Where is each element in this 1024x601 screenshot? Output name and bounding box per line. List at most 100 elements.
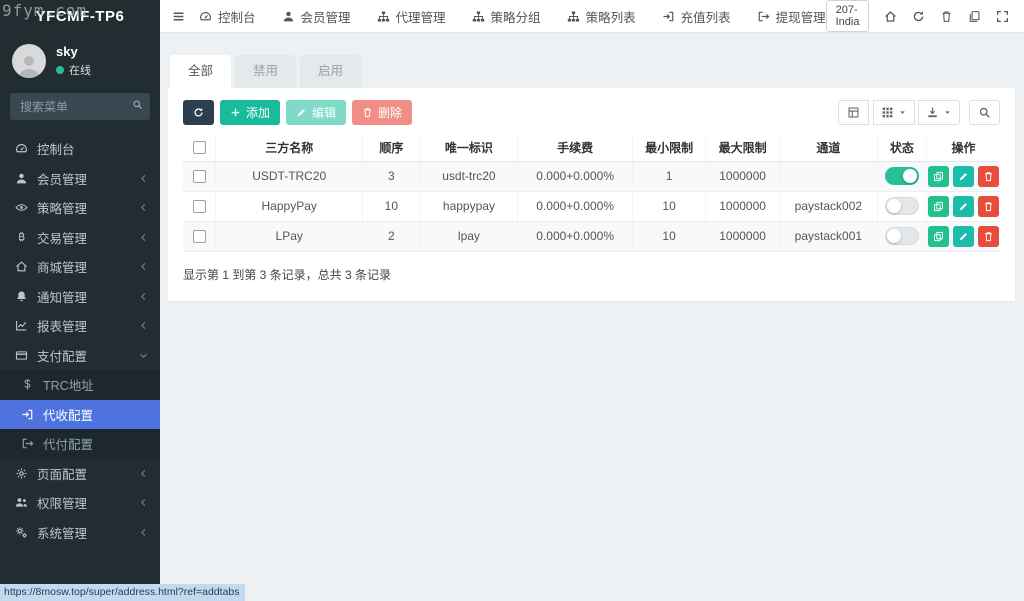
cogs-icon — [14, 526, 29, 539]
eye-icon — [14, 201, 29, 214]
duplicate-button[interactable] — [928, 226, 949, 247]
sitemap-icon — [472, 10, 485, 23]
row-delete-button[interactable] — [978, 196, 999, 217]
sidebar-menu: 控制台会员管理策略管理交易管理商城管理通知管理报表管理支付配置 TRC地址代收配置… — [0, 134, 160, 547]
export-icon — [926, 106, 939, 119]
sidebar-item-label: 会员管理 — [37, 169, 87, 188]
cell-name: LPay — [216, 221, 363, 251]
sidebar-item[interactable]: 报表管理 — [0, 311, 160, 341]
sidebar: YFCMF-TP6 sky 在线 控制台会员管理策略管理交易管理商城管理通知管理… — [0, 0, 160, 601]
top-menu-item[interactable]: 会员管理 — [282, 7, 351, 26]
table-row: LPay 2 lpay 0.000+0.000% 10 1000000 pays… — [183, 221, 1000, 251]
top-menu-item[interactable]: 代理管理 — [377, 7, 446, 26]
sidebar-subitem[interactable]: 代收配置 — [0, 400, 160, 430]
select-all-header — [183, 134, 216, 161]
sidebar-item[interactable]: 会员管理 — [0, 164, 160, 194]
user-icon — [282, 10, 295, 23]
columns-button[interactable] — [873, 100, 915, 125]
select-all-checkbox[interactable] — [193, 141, 206, 154]
fullscreen-icon[interactable] — [996, 10, 1009, 23]
delete-button[interactable]: 删除 — [352, 100, 412, 125]
cell-key: happypay — [420, 191, 518, 221]
top-menu-item[interactable]: 充值列表 — [662, 7, 731, 26]
sign-out-icon — [20, 437, 35, 450]
dollar-icon — [20, 378, 35, 391]
search-toggle-button[interactable] — [969, 100, 1000, 125]
row-checkbox[interactable] — [193, 230, 206, 243]
columns-grid-icon — [881, 106, 894, 119]
row-edit-button[interactable] — [953, 226, 974, 247]
column-header: 最小限制 — [632, 134, 706, 161]
top-menu-label: 策略分组 — [491, 7, 541, 26]
sidebar-search — [10, 93, 150, 120]
home-icon — [14, 260, 29, 273]
sidebar-subitem-label: TRC地址 — [43, 375, 94, 394]
refresh-icon[interactable] — [912, 10, 925, 23]
refresh-icon — [193, 107, 204, 118]
sign-in-icon — [662, 10, 675, 23]
refresh-button[interactable] — [183, 100, 214, 125]
table-view-icon — [847, 106, 860, 119]
cell-key: lpay — [420, 221, 518, 251]
cell-max: 1000000 — [706, 161, 780, 191]
sidebar-subitem[interactable]: TRC地址 — [0, 370, 160, 400]
sidebar-item[interactable]: 权限管理 — [0, 488, 160, 518]
bitcoin-icon — [14, 231, 29, 244]
cell-max: 1000000 — [706, 221, 780, 251]
top-menu-label: 策略列表 — [586, 7, 636, 26]
status-toggle[interactable] — [885, 197, 919, 215]
table-toolbar: 添加 编辑 删除 — [183, 100, 1000, 125]
search-icon — [132, 99, 143, 110]
row-delete-button[interactable] — [978, 166, 999, 187]
sidebar-item[interactable]: 支付配置 — [0, 341, 160, 371]
status-toggle[interactable] — [885, 167, 919, 185]
chevron-left-icon — [138, 203, 148, 212]
top-menu-item[interactable]: 策略分组 — [472, 7, 541, 26]
tab[interactable]: 禁用 — [235, 55, 296, 88]
row-checkbox[interactable] — [193, 170, 206, 183]
duplicate-button[interactable] — [928, 196, 949, 217]
export-button[interactable] — [918, 100, 960, 125]
tab[interactable]: 启用 — [300, 55, 361, 88]
card-view-button[interactable] — [838, 100, 869, 125]
home-icon[interactable] — [884, 10, 897, 23]
column-header: 手续费 — [518, 134, 632, 161]
status-toggle[interactable] — [885, 227, 919, 245]
view-button-group — [838, 100, 960, 125]
top-menu-item[interactable]: 提现管理 — [757, 7, 826, 26]
chevron-left-icon — [138, 321, 148, 330]
cell-order: 2 — [363, 221, 420, 251]
online-dot — [56, 66, 64, 74]
copy-tabs-icon[interactable] — [968, 10, 981, 23]
trash-icon[interactable] — [940, 10, 953, 23]
site-badge[interactable]: 207-India — [826, 0, 870, 32]
sidebar-item[interactable]: 交易管理 — [0, 223, 160, 253]
tachometer-icon — [14, 142, 29, 155]
row-edit-button[interactable] — [953, 196, 974, 217]
top-menu-item[interactable]: 控制台 — [199, 7, 256, 26]
sidebar-subitem[interactable]: 代付配置 — [0, 429, 160, 459]
sidebar-item[interactable]: 通知管理 — [0, 282, 160, 312]
user-icon — [14, 172, 29, 185]
sidebar-item[interactable]: 系统管理 — [0, 518, 160, 548]
navbar-right: 207-India sky — [826, 0, 1024, 32]
add-button[interactable]: 添加 — [220, 100, 280, 125]
top-menu-item[interactable]: 策略列表 — [567, 7, 636, 26]
column-header: 三方名称 — [216, 134, 363, 161]
tab[interactable]: 全部 — [170, 55, 231, 88]
sidebar-item[interactable]: 策略管理 — [0, 193, 160, 223]
sidebar-item[interactable]: 商城管理 — [0, 252, 160, 282]
menu-toggle-icon[interactable] — [172, 10, 185, 23]
menu-search-input[interactable] — [10, 93, 150, 120]
row-edit-button[interactable] — [953, 166, 974, 187]
cell-min: 10 — [632, 221, 706, 251]
sidebar-item-label: 报表管理 — [37, 316, 87, 335]
row-checkbox[interactable] — [193, 200, 206, 213]
plus-icon — [230, 107, 241, 118]
duplicate-button[interactable] — [928, 166, 949, 187]
sidebar-item[interactable]: 页面配置 — [0, 459, 160, 489]
sidebar-item[interactable]: 控制台 — [0, 134, 160, 164]
edit-button[interactable]: 编辑 — [286, 100, 346, 125]
row-delete-button[interactable] — [978, 226, 999, 247]
top-menu-label: 控制台 — [218, 7, 256, 26]
